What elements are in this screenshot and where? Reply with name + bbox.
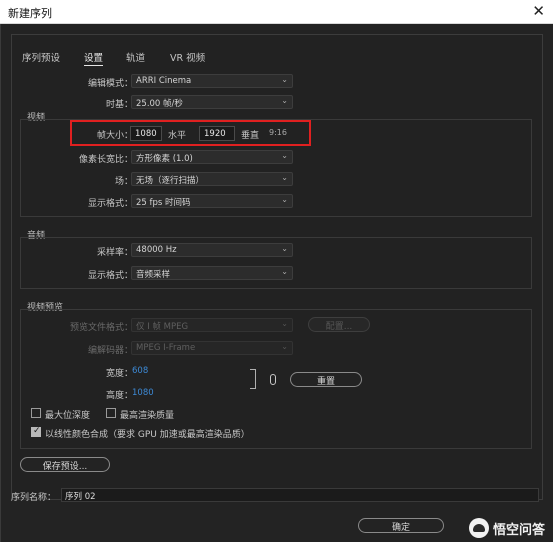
tab-vr-video[interactable]: VR 视频	[170, 50, 205, 64]
link-icon[interactable]	[270, 374, 276, 385]
max-bit-depth-checkbox[interactable]	[31, 408, 41, 418]
frame-size-label: 帧大小：	[96, 131, 133, 141]
chevron-down-icon: ⌄	[281, 96, 288, 105]
frame-width-input[interactable]: 1080	[130, 126, 162, 141]
title-bar: 新建序列 ✕	[0, 0, 553, 24]
sample-rate-label: 采样率：	[96, 248, 133, 258]
dimension-bracket	[250, 369, 256, 389]
tab-settings[interactable]: 设置	[84, 50, 104, 66]
horizontal-label: 水平	[168, 131, 187, 141]
frame-height-input[interactable]: 1920	[199, 126, 235, 141]
sample-rate-select[interactable]: 48000 Hz ⌄	[131, 243, 293, 257]
sequence-name-label: 序列名称：	[11, 493, 57, 503]
chevron-down-icon: ⌄	[281, 195, 288, 204]
timebase-label: 时基：	[105, 100, 133, 110]
preview-width-label: 宽度：	[105, 369, 133, 379]
video-display-format-label: 显示格式：	[87, 199, 133, 209]
tab-sequence-presets[interactable]: 序列预设	[22, 50, 60, 64]
pixel-aspect-label: 像素长宽比：	[78, 155, 133, 165]
dialog: 序列预设 设置 轨道 VR 视频 编辑模式： ARRI Cinema ⌄ 时基：…	[0, 24, 553, 542]
video-display-format-select[interactable]: 25 fps 时间码 ⌄	[131, 194, 293, 208]
preview-file-format-label: 预览文件格式：	[69, 323, 133, 333]
preview-width-value[interactable]: 608	[132, 366, 148, 376]
ok-button[interactable]: 确定	[358, 518, 444, 533]
chevron-down-icon: ⌄	[281, 267, 288, 276]
settings-panel: 序列预设 设置 轨道 VR 视频 编辑模式： ARRI Cinema ⌄ 时基：…	[11, 34, 543, 500]
codec-select: MPEG I-Frame ⌄	[131, 341, 293, 355]
fields-value: 无场（逐行扫描）	[136, 176, 205, 186]
max-render-quality-label: 最高渲染质量	[120, 411, 175, 421]
preview-height-label: 高度：	[105, 391, 133, 401]
codec-value: MPEG I-Frame	[136, 343, 196, 353]
max-render-quality-checkbox[interactable]	[106, 408, 116, 418]
close-icon[interactable]: ✕	[532, 2, 545, 20]
chevron-down-icon: ⌄	[281, 342, 288, 351]
reset-button[interactable]: 重置	[290, 372, 362, 387]
aspect-ratio-text: 9:16	[269, 128, 287, 137]
pixel-aspect-select[interactable]: 方形像素 (1.0) ⌄	[131, 150, 293, 164]
editing-mode-select[interactable]: ARRI Cinema ⌄	[131, 74, 293, 88]
sequence-name-input[interactable]: 序列 02	[61, 488, 539, 502]
save-preset-button[interactable]: 保存预设...	[20, 457, 110, 472]
vertical-label: 垂直	[241, 131, 260, 141]
checkmark-icon: ✓	[33, 426, 41, 436]
wukong-logo-icon	[468, 518, 489, 538]
max-bit-depth-label: 最大位深度	[45, 411, 91, 421]
configure-button: 配置...	[308, 317, 370, 332]
pixel-aspect-value: 方形像素 (1.0)	[136, 154, 193, 164]
editing-mode-label: 编辑模式：	[87, 79, 133, 89]
timebase-value: 25.00 帧/秒	[136, 99, 183, 109]
linear-color-checkbox[interactable]: ✓	[31, 426, 41, 437]
video-display-format-value: 25 fps 时间码	[136, 198, 191, 208]
linear-color-label: 以线性颜色合成（要求 GPU 加速或最高渲染品质）	[45, 430, 250, 440]
chevron-down-icon: ⌄	[281, 75, 288, 84]
watermark: 悟空问答	[468, 518, 545, 538]
preview-file-format-select: 仅 I 帧 MPEG ⌄	[131, 318, 293, 332]
window-title: 新建序列	[8, 7, 52, 20]
chevron-down-icon: ⌄	[281, 244, 288, 253]
codec-label: 编解码器：	[87, 346, 133, 356]
chevron-down-icon: ⌄	[281, 151, 288, 160]
audio-display-format-label: 显示格式：	[87, 271, 133, 281]
preview-height-value[interactable]: 1080	[132, 388, 154, 398]
tab-tracks[interactable]: 轨道	[126, 50, 145, 64]
watermark-text: 悟空问答	[492, 522, 545, 538]
sample-rate-value: 48000 Hz	[136, 245, 177, 255]
chevron-down-icon: ⌄	[281, 173, 288, 182]
preview-file-format-value: 仅 I 帧 MPEG	[136, 322, 189, 332]
fields-select[interactable]: 无场（逐行扫描） ⌄	[131, 172, 293, 186]
editing-mode-value: ARRI Cinema	[136, 76, 192, 86]
audio-display-format-select[interactable]: 音频采样 ⌄	[131, 266, 293, 280]
timebase-select[interactable]: 25.00 帧/秒 ⌄	[131, 95, 293, 109]
audio-display-format-value: 音频采样	[136, 270, 171, 280]
chevron-down-icon: ⌄	[281, 319, 288, 328]
